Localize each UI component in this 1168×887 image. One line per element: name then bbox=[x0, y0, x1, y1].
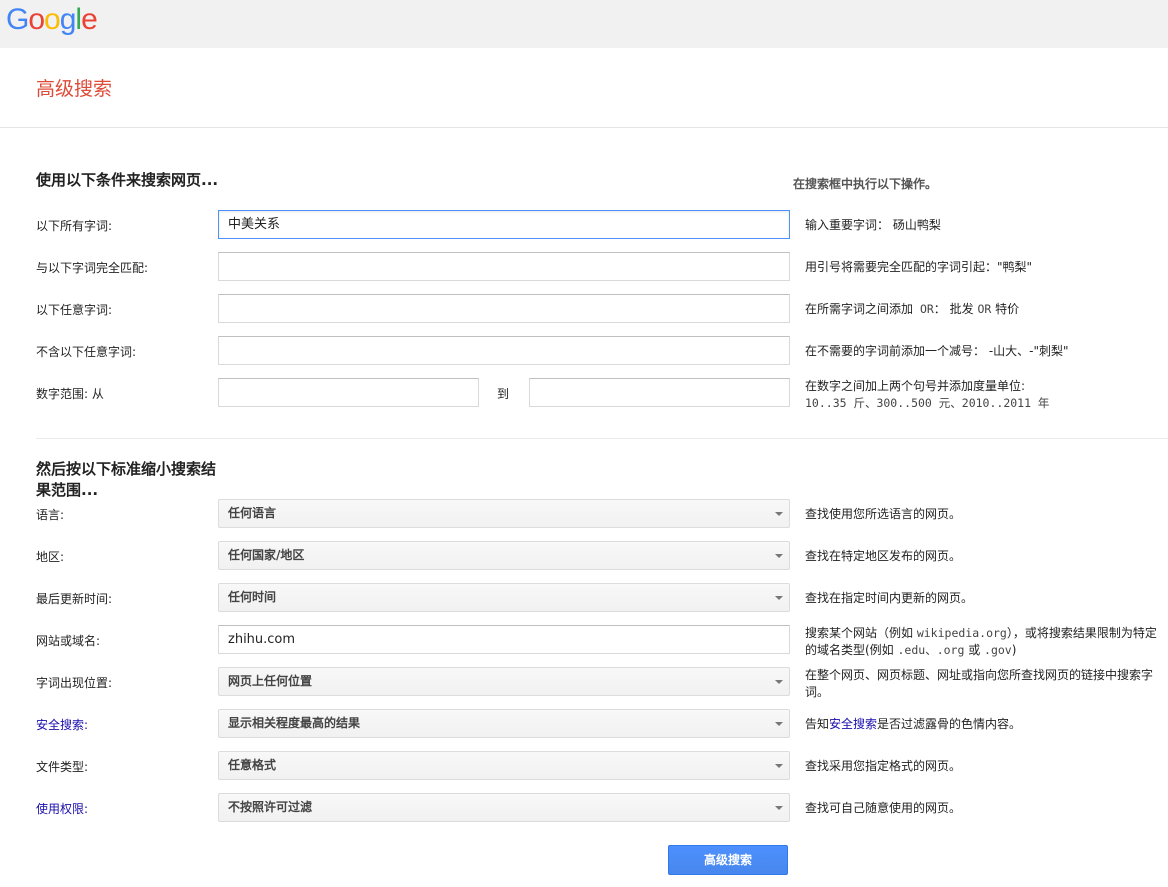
safe-search-link[interactable]: 安全搜索: bbox=[36, 716, 88, 733]
safe-search-hint-post: 是否过滤露骨的色情内容。 bbox=[877, 717, 1022, 731]
site-hint-or: 或 bbox=[964, 643, 985, 657]
google-logo[interactable]: Google bbox=[6, 3, 98, 37]
language-select[interactable]: 任何语言 bbox=[218, 499, 790, 528]
occurrence-label: 字词出现位置: bbox=[36, 676, 113, 690]
last-update-hint: 查找在指定时间内更新的网页。 bbox=[805, 591, 974, 605]
section-hint-header: 在搜索框中执行以下操作。 bbox=[793, 177, 938, 191]
site-hint-post: ) bbox=[1011, 643, 1017, 657]
region-hint: 查找在特定地区发布的网页。 bbox=[805, 549, 962, 563]
chevron-down-icon bbox=[775, 806, 783, 810]
site-hint: 搜索某个网站（例如 wikipedia.org），或将搜索结果限制为特定的域名类… bbox=[805, 625, 1161, 659]
any-words-hint-or: OR bbox=[913, 302, 934, 316]
chevron-down-icon bbox=[775, 554, 783, 558]
site-hint-gov: .gov bbox=[984, 643, 1012, 657]
all-words-label: 以下所有字词: bbox=[36, 219, 113, 233]
safe-search-select-value: 显示相关程度最高的结果 bbox=[228, 716, 361, 730]
chevron-down-icon bbox=[775, 512, 783, 516]
exact-words-input[interactable] bbox=[218, 252, 790, 281]
range-to-input[interactable] bbox=[529, 378, 790, 407]
usage-rights-link[interactable]: 使用权限: bbox=[36, 800, 88, 817]
page-title: 高级搜索 bbox=[36, 78, 113, 100]
site-hint-domains: .edu、.org bbox=[897, 643, 965, 657]
last-update-label: 最后更新时间: bbox=[36, 592, 113, 606]
number-range-hint-line2: 10..35 斤、300..500 元、2010..2011 年 bbox=[805, 396, 1050, 410]
usage-rights-select[interactable]: 不按照许可过滤 bbox=[218, 793, 790, 822]
number-range-hint-line1: 在数字之间加上两个句号并添加度量单位: bbox=[805, 379, 1026, 393]
file-type-select-value: 任意格式 bbox=[228, 758, 277, 772]
usage-rights-hint: 查找可自己随意使用的网页。 bbox=[805, 801, 962, 815]
chevron-down-icon bbox=[775, 596, 783, 600]
title-divider bbox=[0, 127, 1168, 128]
any-words-label: 以下任意字词: bbox=[36, 303, 113, 317]
safe-search-hint: 告知安全搜索是否过滤露骨的色情内容。 bbox=[805, 716, 1161, 733]
section-title-find-pages: 使用以下条件来搜索网页... bbox=[36, 171, 219, 189]
all-words-input[interactable]: 中美关系 bbox=[218, 210, 790, 239]
number-range-hint: 在数字之间加上两个句号并添加度量单位: 10..35 斤、300..500 元、… bbox=[805, 378, 1161, 412]
safe-search-select[interactable]: 显示相关程度最高的结果 bbox=[218, 709, 790, 738]
occurrence-hint: 在整个网页、网页标题、网址或指向您所查找网页的链接中搜索字词。 bbox=[805, 668, 1154, 699]
any-words-hint-mid: ： 批发 bbox=[933, 302, 978, 316]
region-select-value: 任何国家/地区 bbox=[228, 548, 305, 562]
logo-letter: e bbox=[81, 3, 98, 36]
usage-rights-select-value: 不按照许可过滤 bbox=[228, 800, 313, 814]
any-words-hint-or2: OR bbox=[977, 302, 992, 316]
safe-search-hint-pre: 告知 bbox=[805, 717, 830, 731]
none-words-hint: 在不需要的字词前添加一个减号： -山大、-"刺梨" bbox=[805, 344, 1069, 358]
range-to-label: 到 bbox=[497, 387, 510, 401]
safe-search-hint-link[interactable]: 安全搜索 bbox=[829, 717, 877, 731]
site-hint-example: wikipedia.org bbox=[916, 626, 1007, 640]
file-type-hint: 查找采用您指定格式的网页。 bbox=[805, 759, 962, 773]
site-hint-pre: 搜索某个网站（例如 bbox=[805, 626, 917, 640]
site-label: 网站或域名: bbox=[36, 634, 101, 648]
advanced-search-button[interactable]: 高级搜索 bbox=[668, 845, 788, 875]
section-title-narrow-results: 然后按以下标准缩小搜索结果范围... bbox=[36, 460, 217, 499]
language-select-value: 任何语言 bbox=[228, 506, 277, 520]
range-from-input[interactable] bbox=[218, 378, 479, 407]
logo-letter: g bbox=[59, 3, 77, 36]
exact-words-hint: 用引号将需要完全匹配的字词引起："鸭梨" bbox=[805, 260, 1033, 274]
none-words-input[interactable] bbox=[218, 336, 790, 365]
any-words-hint-pre: 在所需字词之间添加 bbox=[805, 302, 914, 316]
chevron-down-icon bbox=[775, 722, 783, 726]
site-input[interactable]: zhihu.com bbox=[218, 625, 790, 654]
logo-letter: o bbox=[28, 3, 45, 36]
exact-words-label: 与以下字词完全匹配: bbox=[36, 261, 149, 275]
occurrence-select-value: 网页上任何位置 bbox=[228, 674, 313, 688]
file-type-label: 文件类型: bbox=[36, 760, 89, 774]
region-label: 地区: bbox=[36, 550, 65, 564]
any-words-hint-post: 特价 bbox=[991, 302, 1020, 316]
region-select[interactable]: 任何国家/地区 bbox=[218, 541, 790, 570]
file-type-select[interactable]: 任意格式 bbox=[218, 751, 790, 780]
top-bar: Google bbox=[0, 0, 1168, 48]
any-words-input[interactable] bbox=[218, 294, 790, 323]
language-label: 语言: bbox=[36, 508, 65, 522]
chevron-down-icon bbox=[775, 764, 783, 768]
number-range-label: 数字范围: 从 bbox=[36, 387, 104, 401]
last-update-select[interactable]: 任何时间 bbox=[218, 583, 790, 612]
any-words-hint: 在所需字词之间添加 OR： 批发 OR 特价 bbox=[805, 301, 1161, 318]
section-divider bbox=[36, 438, 1168, 439]
all-words-hint: 输入重要字词： 砀山鸭梨 bbox=[805, 218, 941, 232]
last-update-select-value: 任何时间 bbox=[228, 590, 277, 604]
logo-letter: o bbox=[44, 3, 61, 36]
none-words-label: 不含以下任意字词: bbox=[36, 345, 137, 359]
occurrence-select[interactable]: 网页上任何位置 bbox=[218, 667, 790, 696]
language-hint: 查找使用您所选语言的网页。 bbox=[805, 507, 962, 521]
chevron-down-icon bbox=[775, 680, 783, 684]
logo-letter: G bbox=[6, 3, 29, 36]
